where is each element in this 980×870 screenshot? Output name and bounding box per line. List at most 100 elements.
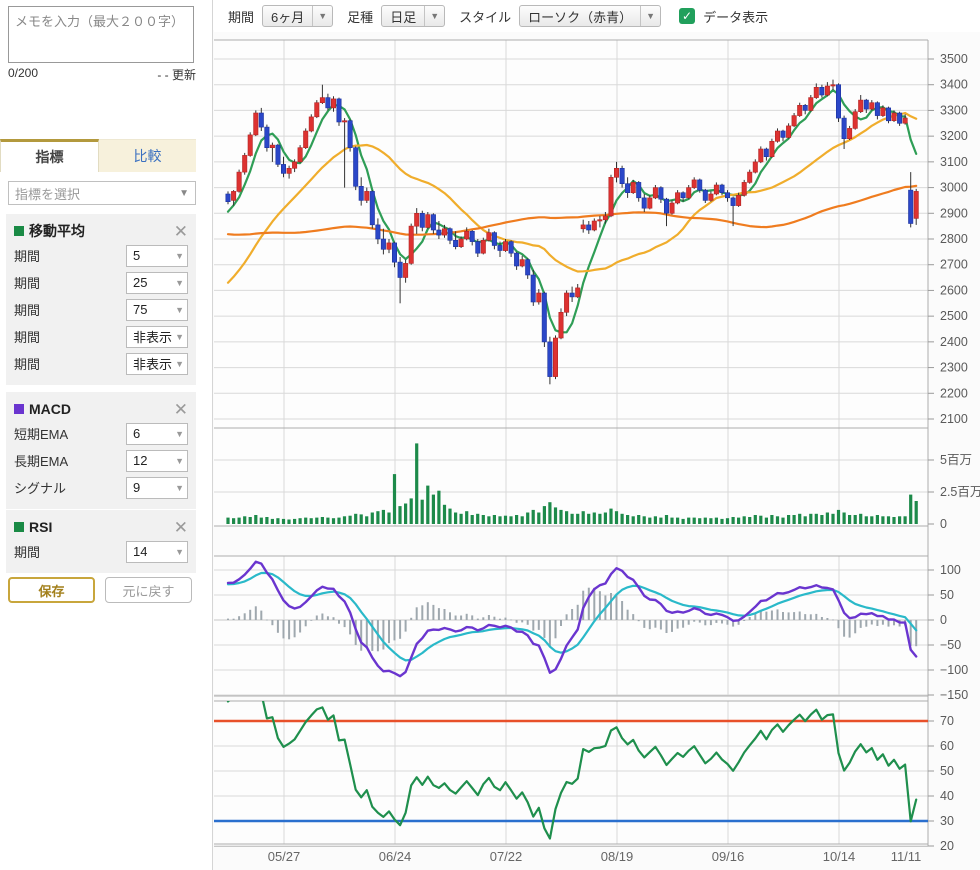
chevron-down-icon: ▼ xyxy=(175,547,184,557)
ma-period-2-select[interactable]: 25 ▼ xyxy=(126,272,188,294)
sidebar-tabs: 指標 比較 xyxy=(0,139,196,172)
svg-text:06/24: 06/24 xyxy=(379,849,412,864)
row-label: 期間 xyxy=(14,273,40,292)
svg-text:60: 60 xyxy=(940,739,954,753)
chart-toolbar: 期間 6ヶ月 ▼ 足種 日足 ▼ スタイル ローソク（赤青） ▼ ✓ データ表示 xyxy=(214,0,980,32)
close-icon[interactable]: ✕ xyxy=(174,519,188,536)
svg-text:20: 20 xyxy=(940,839,954,853)
style-value: ローソク（赤青） xyxy=(520,6,640,26)
ma-period-3-select[interactable]: 75 ▼ xyxy=(126,299,188,321)
select-value: 5 xyxy=(133,248,140,263)
row-label: 長期EMA xyxy=(14,451,68,470)
macd-fast-select[interactable]: 6 ▼ xyxy=(126,423,188,445)
svg-text:2600: 2600 xyxy=(940,283,968,297)
style-label: スタイル xyxy=(459,7,511,26)
close-icon[interactable]: ✕ xyxy=(174,401,188,418)
macd-slow-select[interactable]: 12 ▼ xyxy=(126,450,188,472)
select-value: 75 xyxy=(133,302,147,317)
chevron-down-icon: ▼ xyxy=(312,6,332,26)
macd-row: 長期EMA 12 ▼ xyxy=(14,447,188,474)
ma-period-5-select[interactable]: 非表示 ▼ xyxy=(126,353,188,375)
chevron-down-icon: ▼ xyxy=(175,305,184,315)
memo-meta: 0/200 - - 更新 xyxy=(8,66,196,82)
chevron-down-icon: ▼ xyxy=(175,251,184,261)
style-dropdown[interactable]: ローソク（赤青） ▼ xyxy=(519,5,661,27)
ma-color-swatch xyxy=(14,226,24,236)
svg-text:2.5百万: 2.5百万 xyxy=(940,485,980,499)
period-dropdown[interactable]: 6ヶ月 ▼ xyxy=(262,5,333,27)
stock-chart-svg: 3500340033003200310030002900280027002600… xyxy=(213,0,980,870)
select-value: 6 xyxy=(133,426,140,441)
rsi-row: 期間 14 ▼ xyxy=(14,538,188,565)
rsi-period-select[interactable]: 14 ▼ xyxy=(126,541,188,563)
svg-text:09/16: 09/16 xyxy=(712,849,745,864)
app-root: 0/200 - - 更新 指標 比較 指標を選択 ▼ 移動平均 ✕ 期間 5 ▼ xyxy=(0,0,980,870)
chevron-down-icon: ▼ xyxy=(175,483,184,493)
data-display-checkbox[interactable]: ✓ xyxy=(679,8,695,24)
save-button[interactable]: 保存 xyxy=(8,577,95,603)
svg-text:3500: 3500 xyxy=(940,52,968,66)
chart-area[interactable]: 3500340033003200310030002900280027002600… xyxy=(213,0,980,870)
row-label: 期間 xyxy=(14,542,40,561)
chevron-down-icon: ▼ xyxy=(175,359,184,369)
tab-compare[interactable]: 比較 xyxy=(99,139,196,172)
ma-period-row: 期間 75 ▼ xyxy=(14,296,188,323)
select-value: 14 xyxy=(133,544,147,559)
svg-text:2900: 2900 xyxy=(940,206,968,220)
row-label: 期間 xyxy=(14,300,40,319)
svg-text:2200: 2200 xyxy=(940,386,968,400)
select-value: 非表示 xyxy=(133,354,172,373)
chevron-down-icon: ▼ xyxy=(175,278,184,288)
memo-input[interactable] xyxy=(8,6,194,63)
svg-text:100: 100 xyxy=(940,563,961,577)
memo-char-counter: 0/200 xyxy=(8,66,38,80)
ma-period-row: 期間 25 ▼ xyxy=(14,269,188,296)
svg-text:08/19: 08/19 xyxy=(601,849,634,864)
svg-text:3300: 3300 xyxy=(940,103,968,117)
row-label: シグナル xyxy=(14,478,66,497)
svg-text:−50: −50 xyxy=(940,638,961,652)
svg-text:2500: 2500 xyxy=(940,309,968,323)
svg-text:3100: 3100 xyxy=(940,155,968,169)
ma-period-row: 期間 5 ▼ xyxy=(14,242,188,269)
memo-update-label: - - 更新 xyxy=(157,66,196,83)
svg-text:10/14: 10/14 xyxy=(823,849,856,864)
svg-text:3400: 3400 xyxy=(940,78,968,92)
macd-color-swatch xyxy=(14,404,24,414)
card-moving-average: 移動平均 ✕ 期間 5 ▼ 期間 25 ▼ 期間 75 ▼ xyxy=(6,214,196,385)
ma-period-4-select[interactable]: 非表示 ▼ xyxy=(126,326,188,348)
svg-text:2100: 2100 xyxy=(940,412,968,426)
close-icon[interactable]: ✕ xyxy=(174,223,188,240)
reset-button[interactable]: 元に戻す xyxy=(105,577,192,603)
row-label: 短期EMA xyxy=(14,424,68,443)
svg-text:07/22: 07/22 xyxy=(490,849,523,864)
ma-period-row: 期間 非表示 ▼ xyxy=(14,323,188,350)
svg-text:30: 30 xyxy=(940,814,954,828)
svg-text:0: 0 xyxy=(940,613,947,627)
indicator-select-dropdown[interactable]: 指標を選択 ▼ xyxy=(8,181,196,205)
chevron-down-icon: ▼ xyxy=(424,6,444,26)
chevron-down-icon: ▼ xyxy=(175,332,184,342)
select-value: 12 xyxy=(133,453,147,468)
candle-type-dropdown[interactable]: 日足 ▼ xyxy=(381,5,445,27)
svg-text:0: 0 xyxy=(940,517,947,531)
tab-indicators[interactable]: 指標 xyxy=(0,139,99,172)
ma-period-1-select[interactable]: 5 ▼ xyxy=(126,245,188,267)
row-label: 期間 xyxy=(14,327,40,346)
macd-signal-select[interactable]: 9 ▼ xyxy=(126,477,188,499)
svg-text:11/11: 11/11 xyxy=(891,849,922,864)
rsi-color-swatch xyxy=(14,522,24,532)
svg-text:5百万: 5百万 xyxy=(940,453,972,467)
data-display-label: データ表示 xyxy=(703,7,768,26)
svg-text:−100: −100 xyxy=(940,663,968,677)
select-value: 非表示 xyxy=(133,327,172,346)
chevron-down-icon: ▼ xyxy=(175,456,184,466)
macd-card-title: MACD xyxy=(29,401,71,417)
sidebar: 0/200 - - 更新 指標 比較 指標を選択 ▼ 移動平均 ✕ 期間 5 ▼ xyxy=(0,0,213,870)
svg-text:2800: 2800 xyxy=(940,232,968,246)
macd-row: 短期EMA 6 ▼ xyxy=(14,420,188,447)
candle-type-label: 足種 xyxy=(347,7,373,26)
svg-text:70: 70 xyxy=(940,714,954,728)
select-value: 25 xyxy=(133,275,147,290)
svg-text:3200: 3200 xyxy=(940,129,968,143)
